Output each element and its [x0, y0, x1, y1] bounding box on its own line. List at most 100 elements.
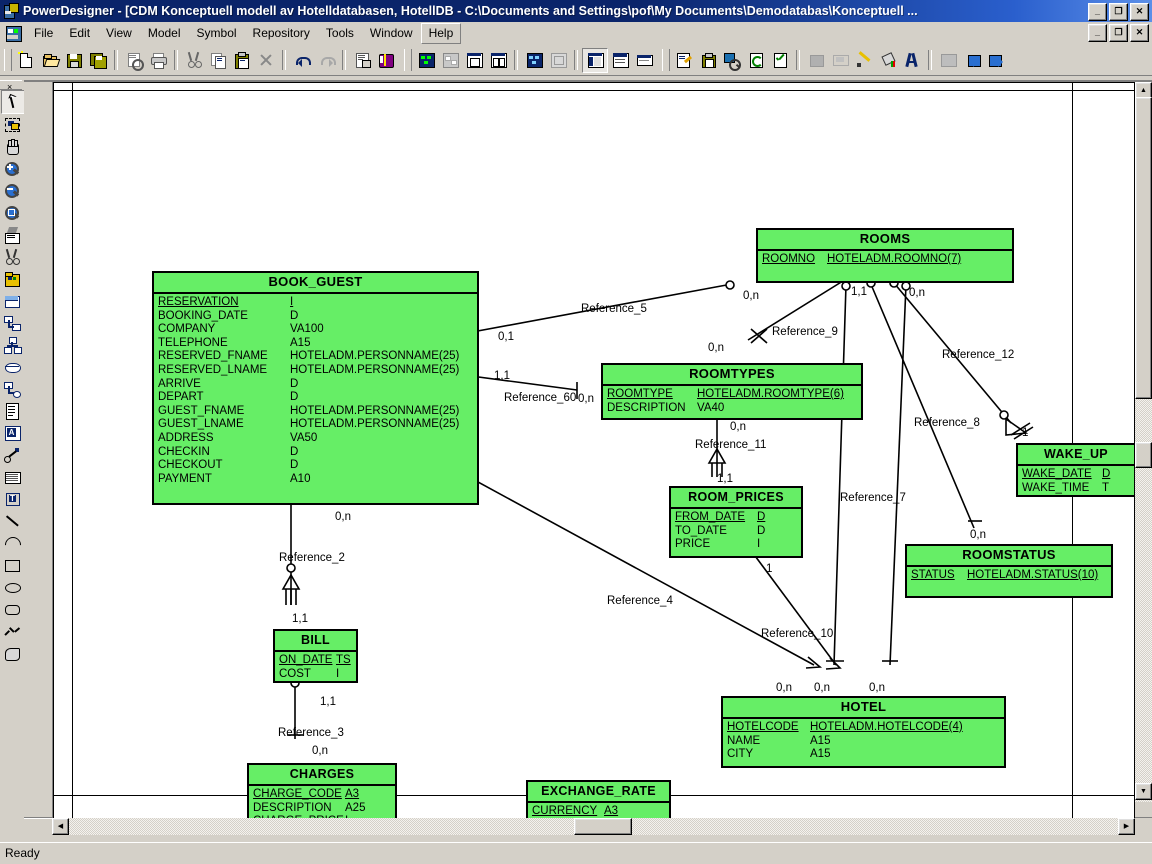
text-tool[interactable]: T	[1, 488, 23, 510]
relationship-tool[interactable]	[1, 312, 23, 334]
entity-rooms[interactable]: ROOMS ROOMNO HOTELADM.ROOMNO(7)	[756, 228, 1014, 283]
entity-roomtypes[interactable]: ROOMTYPES ROOMTYPE HOTELADM.ROOMTYPE(6) DES…	[601, 363, 863, 420]
entity-book-guest[interactable]: BOOK_GUEST RESERVATION I BOOKING_DATE D COMPA…	[152, 271, 479, 505]
entity-attribute[interactable]: COMPANY VA100	[154, 323, 477, 337]
entity-room-prices[interactable]: ROOM_PRICES FROM_DATE D TO_DATE D PRICE I	[669, 486, 803, 558]
child-restore-button[interactable]: ❐	[1109, 24, 1128, 42]
grid-toggle-icon[interactable]	[936, 49, 960, 72]
pan-tool[interactable]	[1, 136, 23, 158]
menu-help[interactable]: Help	[420, 23, 462, 44]
package-tool[interactable]	[1, 268, 23, 290]
forward-icon[interactable]	[984, 49, 1008, 72]
entity-attribute[interactable]: DESCRIPTION A25	[249, 802, 395, 816]
menu-window[interactable]: Window	[362, 23, 421, 44]
compact-panel-icon[interactable]	[632, 49, 656, 72]
horizontal-scroll-thumb[interactable]	[574, 818, 632, 835]
note-tool[interactable]: A	[1, 422, 23, 444]
entity-bill[interactable]: BILL ON_DATE TS COST I	[273, 629, 358, 683]
fill-color-icon[interactable]	[876, 49, 900, 72]
entity-attribute[interactable]: GUEST_FNAME HOTELADM.PERSONNAME(25)	[154, 405, 477, 419]
relationship-label[interactable]: Reference_10	[761, 628, 833, 640]
entity-charges[interactable]: CHARGESCHARGE_CODEA3DESCRIPTIONA25CHARGE…	[247, 763, 397, 818]
document-icon[interactable]	[4, 25, 22, 42]
relationship-label[interactable]: Reference_3	[278, 727, 344, 739]
menu-repository[interactable]: Repository	[245, 23, 318, 44]
rounded-rect-tool[interactable]	[1, 598, 23, 620]
relationship-label[interactable]: Reference_60	[504, 392, 576, 404]
entity-attribute[interactable]: CHECKOUT D	[154, 459, 477, 473]
polygon-tool[interactable]	[1, 642, 23, 664]
full-screen-icon[interactable]	[462, 49, 486, 72]
cut-icon[interactable]	[182, 49, 206, 72]
relationship-label[interactable]: Reference_8	[914, 417, 980, 429]
menu-edit[interactable]: Edit	[61, 23, 98, 44]
ellipse-tool[interactable]	[1, 576, 23, 598]
entity-attribute[interactable]: RESERVATION I	[154, 296, 477, 310]
relationship-label[interactable]: Reference_12	[942, 349, 1014, 361]
association-tool[interactable]	[1, 356, 23, 378]
delete-icon[interactable]	[254, 49, 278, 72]
open-icon[interactable]	[38, 49, 62, 72]
refresh-icon[interactable]	[744, 49, 768, 72]
menu-tools[interactable]: Tools	[318, 23, 362, 44]
file-object-tool[interactable]	[1, 400, 23, 422]
save-all-icon[interactable]	[86, 49, 110, 72]
entity-attribute[interactable]: RESERVED_FNAME HOTELADM.PERSONNAME(25)	[154, 350, 477, 364]
edit-object-icon[interactable]	[672, 49, 696, 72]
copy-icon[interactable]	[206, 49, 230, 72]
detail-panel-icon[interactable]	[608, 49, 632, 72]
zoom-area-tool[interactable]	[1, 202, 23, 224]
save-icon[interactable]	[62, 49, 86, 72]
entity-attribute[interactable]: PAYMENT A10	[154, 473, 477, 487]
entity-attribute[interactable]: CHARGE_CODE A3	[249, 788, 395, 802]
relationship-label[interactable]: Reference_5	[581, 303, 647, 315]
relationship-label[interactable]: Reference_7	[840, 492, 906, 504]
package-icon[interactable]	[696, 49, 720, 72]
paste-icon[interactable]	[230, 49, 254, 72]
entity-attribute[interactable]: GUEST_LNAME HOTELADM.PERSONNAME(25)	[154, 418, 477, 432]
relationship-label[interactable]: Reference_9	[772, 326, 838, 338]
fill-object-icon[interactable]	[804, 49, 828, 72]
association-link-tool[interactable]	[1, 378, 23, 400]
scissors-tool[interactable]	[1, 246, 23, 268]
entity-attribute[interactable]: FROM_DATE D	[671, 511, 801, 525]
entity-tool[interactable]	[1, 290, 23, 312]
print-icon[interactable]	[146, 49, 170, 72]
entity-wake-up[interactable]: WAKE_UP WAKE_DATE D WAKE_TIME T	[1016, 443, 1134, 497]
two-pane-icon[interactable]	[486, 49, 510, 72]
entity-attribute[interactable]: ROOMNO HOTELADM.ROOMNO(7)	[758, 253, 1012, 267]
menu-model[interactable]: Model	[140, 23, 189, 44]
view-diagram-icon[interactable]	[438, 49, 462, 72]
relationship-label[interactable]: Reference_2	[279, 552, 345, 564]
entity-attribute[interactable]: ADDRESS VA50	[154, 432, 477, 446]
entity-attribute[interactable]: CITY A15	[723, 748, 1004, 762]
horizontal-scroll-track[interactable]	[69, 818, 1118, 835]
entity-attribute[interactable]: HOTELCODE HOTELADM.HOTELCODE(4)	[723, 721, 1004, 735]
palette-grip[interactable]: ×	[0, 80, 22, 92]
vertical-scroll-thumb-2[interactable]	[1135, 442, 1152, 468]
zoom-in-tool[interactable]	[1, 158, 23, 180]
open-package-tool[interactable]	[1, 224, 23, 246]
scroll-right-button[interactable]: ▶	[1118, 818, 1135, 835]
menu-symbol[interactable]: Symbol	[189, 23, 245, 44]
find-object-icon[interactable]	[720, 49, 744, 72]
entity-hotel[interactable]: HOTEL HOTELCODE HOTELADM.HOTELCODE(4) NAME A…	[721, 696, 1006, 768]
new-icon[interactable]	[14, 49, 38, 72]
menu-view[interactable]: View	[98, 23, 140, 44]
model-diagram-icon[interactable]	[414, 49, 438, 72]
help-book-icon[interactable]	[374, 49, 398, 72]
entity-attribute[interactable]: ON_DATE TS	[275, 654, 356, 668]
arc-tool[interactable]	[1, 532, 25, 557]
entity-roomstatus[interactable]: ROOMSTATUS STATUS HOTELADM.STATUS(10)	[905, 544, 1113, 598]
zoom-out-tool[interactable]	[1, 180, 23, 202]
scroll-left-button[interactable]: ◀	[52, 818, 69, 835]
title-tool[interactable]	[1, 466, 23, 488]
close-button[interactable]: ✕	[1130, 3, 1149, 21]
entity-attribute[interactable]: CHECKIN D	[154, 446, 477, 460]
entity-attribute[interactable]: COST I	[275, 668, 356, 682]
text-style-icon[interactable]	[828, 49, 852, 72]
entity-attribute[interactable]: DEPART D	[154, 391, 477, 405]
object-browser-icon[interactable]	[522, 49, 546, 72]
redo-icon[interactable]	[314, 49, 338, 72]
entity-attribute[interactable]: DESCRIPTION VA40	[603, 402, 861, 416]
